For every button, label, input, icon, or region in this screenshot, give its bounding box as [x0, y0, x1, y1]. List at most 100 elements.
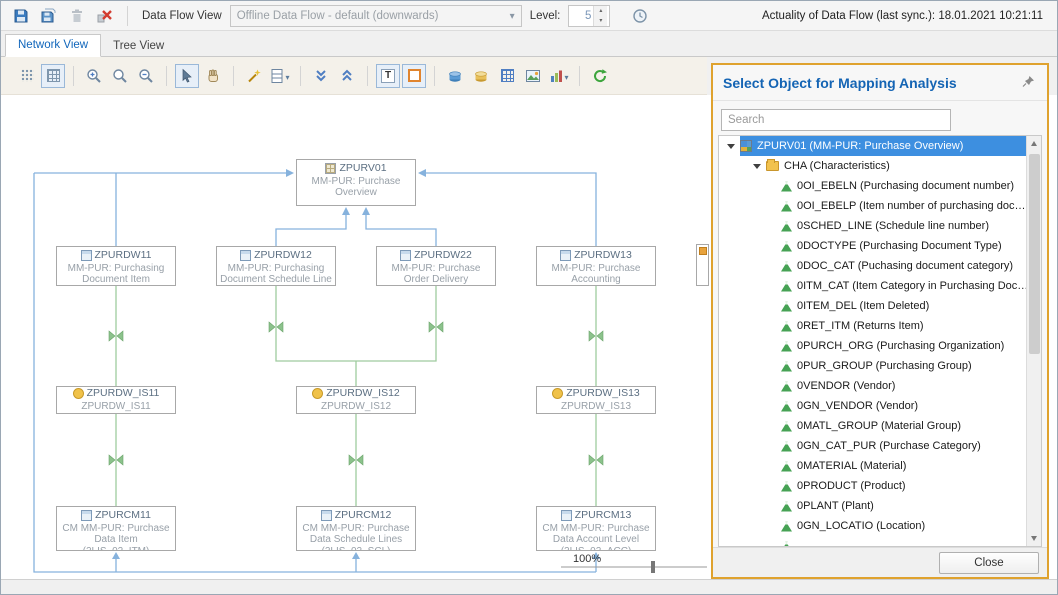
- snap-grid-button[interactable]: [15, 64, 39, 88]
- sync-time-button[interactable]: [628, 4, 652, 28]
- tree-item[interactable]: 0MATERIAL (Material): [719, 456, 1026, 476]
- tree-item[interactable]: 0SCHED_LINE (Schedule line number): [719, 216, 1026, 236]
- save-all-button[interactable]: [37, 4, 61, 28]
- spinner-up-icon[interactable]: ▴: [594, 6, 607, 16]
- zoom-slider-thumb[interactable]: [651, 561, 655, 573]
- tree-item[interactable]: 0OI_EBELN (Purchasing document number): [719, 176, 1026, 196]
- grid-layout-button[interactable]: [41, 64, 65, 88]
- level-input[interactable]: [569, 6, 593, 26]
- data-flow-select[interactable]: Offline Data Flow - default (downwards): [230, 5, 522, 27]
- tree-item[interactable]: 0DOCTYPE (Purchasing Document Type): [719, 236, 1026, 256]
- text-annotation-button[interactable]: T: [376, 64, 400, 88]
- flow-node-zpurdw11[interactable]: ZPURDW11 MM-PUR: Purchasing Document Ite…: [56, 246, 176, 286]
- flow-node-partial[interactable]: [696, 244, 709, 286]
- flow-node-zpurv01[interactable]: ZPURV01 MM-PUR: Purchase Overview: [296, 159, 416, 206]
- tree-item[interactable]: 0ITEM_DEL (Item Deleted): [719, 296, 1026, 316]
- zoom-in-button[interactable]: [82, 64, 106, 88]
- expander-icon[interactable]: [753, 164, 761, 169]
- auto-layout-wand-button[interactable]: [242, 64, 266, 88]
- node-subtitle: CM MM-PUR: Purchase Data Item (2LIS_02_I…: [57, 522, 175, 552]
- zoom-original-button[interactable]: [108, 64, 132, 88]
- select-cursor-icon: [179, 68, 195, 84]
- tree-item-label: 0GN_LOCATIO (Location): [797, 520, 925, 532]
- scroll-up-icon[interactable]: [1027, 136, 1042, 151]
- tree-item[interactable]: 0VENDOR (Vendor): [719, 376, 1026, 396]
- zoom-out-button[interactable]: [134, 64, 158, 88]
- tree-item-label: 0DOCTYPE (Purchasing Document Type): [797, 240, 1002, 252]
- expand-all-button[interactable]: [335, 64, 359, 88]
- tree-item[interactable]: 0PLANT (Plant): [719, 496, 1026, 516]
- tree-item[interactable]: 0GN_VENDOR (Vendor): [719, 396, 1026, 416]
- tree-item[interactable]: 0OI_EBELP (Item number of purchasing doc…: [719, 196, 1026, 216]
- tree-item[interactable]: 0DOC_CAT (Puchasing document category): [719, 256, 1026, 276]
- refresh-icon: [592, 68, 608, 84]
- tree-item[interactable]: 0GN_LOCATIO (Location): [719, 516, 1026, 536]
- flow-node-zpurdw-is12[interactable]: ZPURDW_IS12 ZPURDW_IS12: [296, 386, 416, 414]
- characteristic-icon: [781, 341, 792, 352]
- spinner-down-icon[interactable]: ▾: [594, 16, 607, 26]
- remove-data-flow-button[interactable]: [93, 4, 117, 28]
- zoom-percent-label: 100%: [573, 553, 601, 565]
- pan-hand-icon: [205, 68, 221, 84]
- pin-button[interactable]: [1019, 74, 1037, 92]
- flow-node-zpurdw22[interactable]: ZPURDW22 MM-PUR: Purchase Order Delivery…: [376, 246, 496, 286]
- analysis-chart-button[interactable]: [547, 64, 571, 88]
- column-layout-button[interactable]: [268, 64, 292, 88]
- flow-node-zpurdw12[interactable]: ZPURDW12 MM-PUR: Purchasing Document Sch…: [216, 246, 336, 286]
- node-title: ZPURDW_IS12: [326, 388, 400, 400]
- separator: [233, 66, 234, 86]
- tab-network-view[interactable]: Network View: [5, 34, 101, 57]
- collapse-all-button[interactable]: [309, 64, 333, 88]
- flow-node-zpurdw-is13[interactable]: ZPURDW_IS13 ZPURDW_IS13: [536, 386, 656, 414]
- flow-node-zpurdw13[interactable]: ZPURDW13 MM-PUR: Purchase Accounting: [536, 246, 656, 286]
- search-input[interactable]: [721, 109, 951, 131]
- infoprovider-icon: [740, 140, 752, 152]
- tree-item-folder[interactable]: CHA (Characteristics): [719, 156, 1026, 176]
- highlight-frame-button[interactable]: [402, 64, 426, 88]
- chevron-down-icon: [284, 68, 289, 83]
- characteristic-icon: [781, 201, 792, 212]
- stack-blue-button[interactable]: [443, 64, 467, 88]
- dso-icon: [560, 250, 571, 261]
- scrollbar-thumb[interactable]: [1029, 154, 1040, 354]
- flow-node-zpurcm11[interactable]: ZPURCM11 CM MM-PUR: Purchase Data Item (…: [56, 506, 176, 551]
- expander-icon[interactable]: [727, 144, 735, 149]
- refresh-button[interactable]: [588, 64, 612, 88]
- flow-node-zpurdw-is11[interactable]: ZPURDW_IS11 ZPURDW_IS11: [56, 386, 176, 414]
- tab-tree-view[interactable]: Tree View: [101, 36, 176, 57]
- characteristic-icon: [781, 361, 792, 372]
- flow-node-zpurcm12[interactable]: ZPURCM12 CM MM-PUR: Purchase Data Schedu…: [296, 506, 416, 551]
- tree-item[interactable]: 0PUR_GROUP (Purchasing Group): [719, 356, 1026, 376]
- tree-item[interactable]: 0PURCH_ORG (Purchasing Organization): [719, 336, 1026, 356]
- characteristic-icon: [781, 441, 792, 452]
- tree-item[interactable]: 0GN_CAT_PUR (Purchase Category): [719, 436, 1026, 456]
- tree-item[interactable]: 0RET_ITM (Returns Item): [719, 316, 1026, 336]
- separator: [127, 6, 128, 26]
- tree-item-root[interactable]: ZPURV01 (MM-PUR: Purchase Overview): [719, 136, 1026, 156]
- tree-item[interactable]: 0ITM_CAT (Item Category in Purchasing Do…: [719, 276, 1026, 296]
- tree-item-label: 0RET_ITM (Returns Item): [797, 320, 924, 332]
- node-title: ZPURDW22: [414, 250, 472, 262]
- collapsed-node-icon: [699, 247, 707, 255]
- flow-node-zpurcm13[interactable]: ZPURCM13 CM MM-PUR: Purchase Data Accoun…: [536, 506, 656, 551]
- pan-hand-button[interactable]: [201, 64, 225, 88]
- close-button[interactable]: Close: [939, 552, 1039, 574]
- mapping-analysis-panel: Select Object for Mapping Analysis ZPURV…: [711, 63, 1049, 579]
- scroll-down-icon[interactable]: [1027, 531, 1042, 546]
- separator: [367, 66, 368, 86]
- chevron-down-icon: [563, 68, 568, 83]
- save-button[interactable]: [9, 4, 33, 28]
- text-annotation-icon: T: [381, 69, 395, 83]
- delete-button[interactable]: [65, 4, 89, 28]
- stack-yellow-button[interactable]: [469, 64, 493, 88]
- export-image-button[interactable]: [521, 64, 545, 88]
- tree-item[interactable]: 0MATL_GROUP (Material Group): [719, 416, 1026, 436]
- level-spinner[interactable]: ▴ ▾: [568, 5, 610, 27]
- grid-small-button[interactable]: [495, 64, 519, 88]
- select-cursor-button[interactable]: [175, 64, 199, 88]
- tree-scrollbar[interactable]: [1026, 136, 1041, 546]
- tree-item[interactable]: 0PRODUCT (Product): [719, 476, 1026, 496]
- save-all-icon: [41, 8, 57, 24]
- tree-item-partial[interactable]: [719, 536, 1026, 547]
- grid-layout-icon: [47, 69, 60, 82]
